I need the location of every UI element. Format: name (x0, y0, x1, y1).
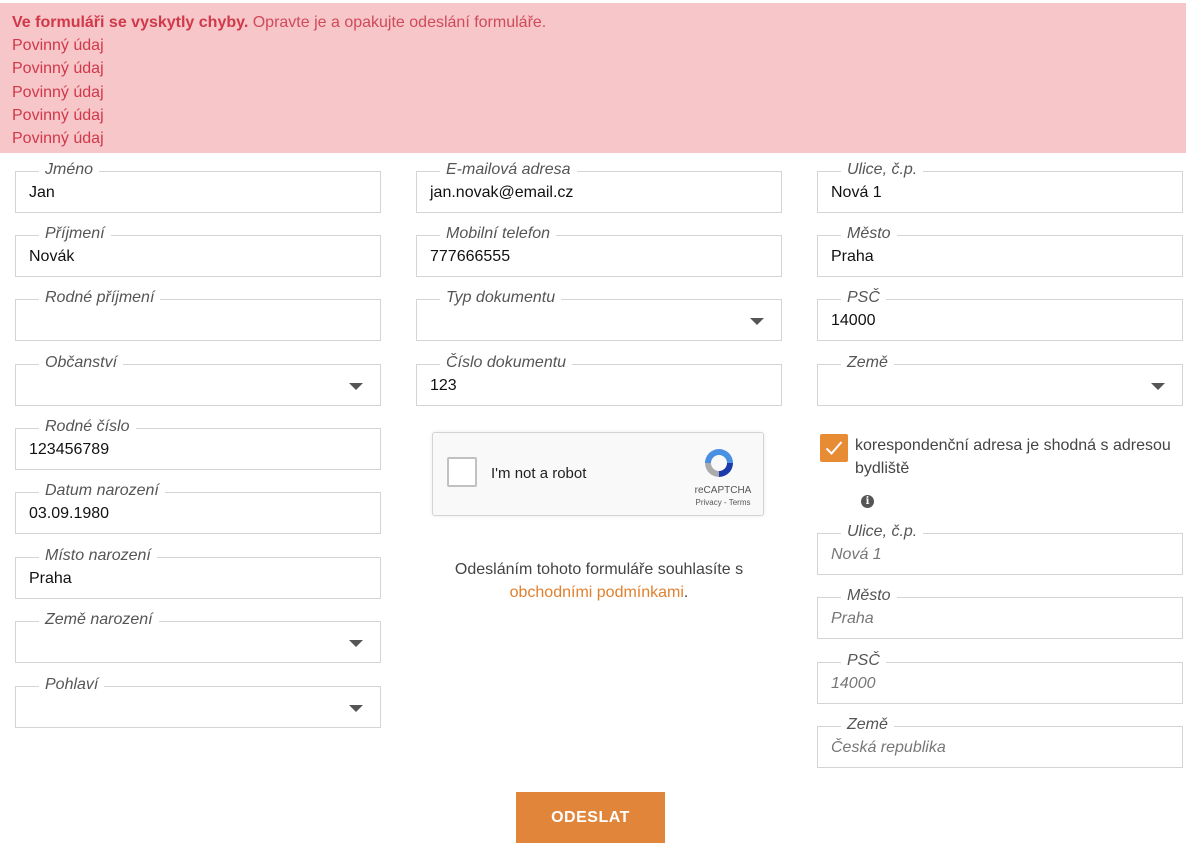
recaptcha-label: I'm not a robot (491, 465, 587, 482)
error-message: Opravte je a opakujte odeslání formuláře… (252, 14, 547, 31)
street-value: Nová 1 (831, 184, 882, 201)
checkmark-icon (825, 441, 843, 455)
correspondence-checkbox-label[interactable]: korespondenční adresa je shodná s adreso… (855, 434, 1175, 480)
city-field[interactable]: Město Praha (817, 225, 1183, 277)
email-value: jan.novak@email.cz (430, 184, 574, 201)
recaptcha-widget: I'm not a robot reCAPTCHA Privacy - Term… (432, 432, 764, 516)
last-name-field[interactable]: Příjmení Novák (15, 225, 381, 277)
error-item: Povinný údaj (12, 60, 104, 78)
correspondence-checkbox[interactable] (820, 434, 848, 462)
country-select[interactable]: Země (817, 354, 1183, 406)
zip-field[interactable]: PSČ 14000 (817, 289, 1183, 341)
first-name-field[interactable]: Jméno Jan (15, 161, 381, 213)
recaptcha-checkbox[interactable] (447, 457, 477, 487)
document-type-select[interactable]: Typ dokumentu (416, 289, 782, 341)
phone-value: 777666555 (430, 248, 511, 265)
recaptcha-logo-icon (705, 449, 733, 477)
chevron-down-icon (349, 640, 363, 647)
birth-surname-field[interactable]: Rodné příjmení (15, 289, 381, 341)
citizenship-select[interactable]: Občanství (15, 354, 381, 406)
phone-field[interactable]: Mobilní telefon 777666555 (416, 225, 782, 277)
corr-street-field: Ulice, č.p. Nová 1 (817, 523, 1183, 575)
error-item: Povinný údaj (12, 106, 104, 124)
chevron-down-icon (1151, 383, 1165, 390)
info-icon[interactable]: i (861, 495, 874, 508)
recaptcha-links[interactable]: Privacy - Terms (683, 498, 763, 507)
document-number-value: 123 (430, 377, 457, 394)
birth-date-field[interactable]: Datum narození 03.09.1980 (15, 482, 381, 534)
corr-country-field: Země Česká republika (817, 716, 1183, 768)
email-field[interactable]: E-mailová adresa jan.novak@email.cz (416, 161, 782, 213)
last-name-value: Novák (29, 248, 75, 265)
chevron-down-icon (349, 705, 363, 712)
error-heading: Ve formuláři se vyskytly chyby. (12, 14, 249, 31)
birth-place-field[interactable]: Místo narození Praha (15, 547, 381, 599)
birth-number-field[interactable]: Rodné číslo 123456789 (15, 418, 381, 470)
chevron-down-icon (750, 318, 764, 325)
document-number-field[interactable]: Číslo dokumentu 123 (416, 354, 782, 406)
corr-city-field: Město Praha (817, 587, 1183, 639)
first-name-value: Jan (29, 184, 55, 201)
birth-number-value: 123456789 (29, 441, 110, 458)
birth-country-select[interactable]: Země narození (15, 611, 381, 663)
city-value: Praha (831, 248, 874, 265)
error-item: Povinný údaj (12, 37, 104, 55)
birth-place-value: Praha (29, 570, 72, 587)
consent-text: Odesláním tohoto formuláře souhlasíte s … (454, 561, 744, 601)
birth-date-value: 03.09.1980 (29, 505, 110, 522)
street-field[interactable]: Ulice, č.p. Nová 1 (817, 161, 1183, 213)
terms-link[interactable]: obchodními podmínkami (510, 584, 684, 601)
error-item: Povinný údaj (12, 130, 104, 148)
error-item: Povinný údaj (12, 83, 104, 101)
zip-value: 14000 (831, 312, 876, 329)
chevron-down-icon (349, 383, 363, 390)
error-summary: Ve formuláři se vyskytly chyby. Opravte … (0, 3, 1186, 153)
recaptcha-brand: reCAPTCHA (694, 485, 752, 496)
submit-button[interactable]: ODESLAT (516, 792, 665, 843)
gender-select[interactable]: Pohlaví (15, 676, 381, 728)
corr-zip-field: PSČ 14000 (817, 652, 1183, 704)
